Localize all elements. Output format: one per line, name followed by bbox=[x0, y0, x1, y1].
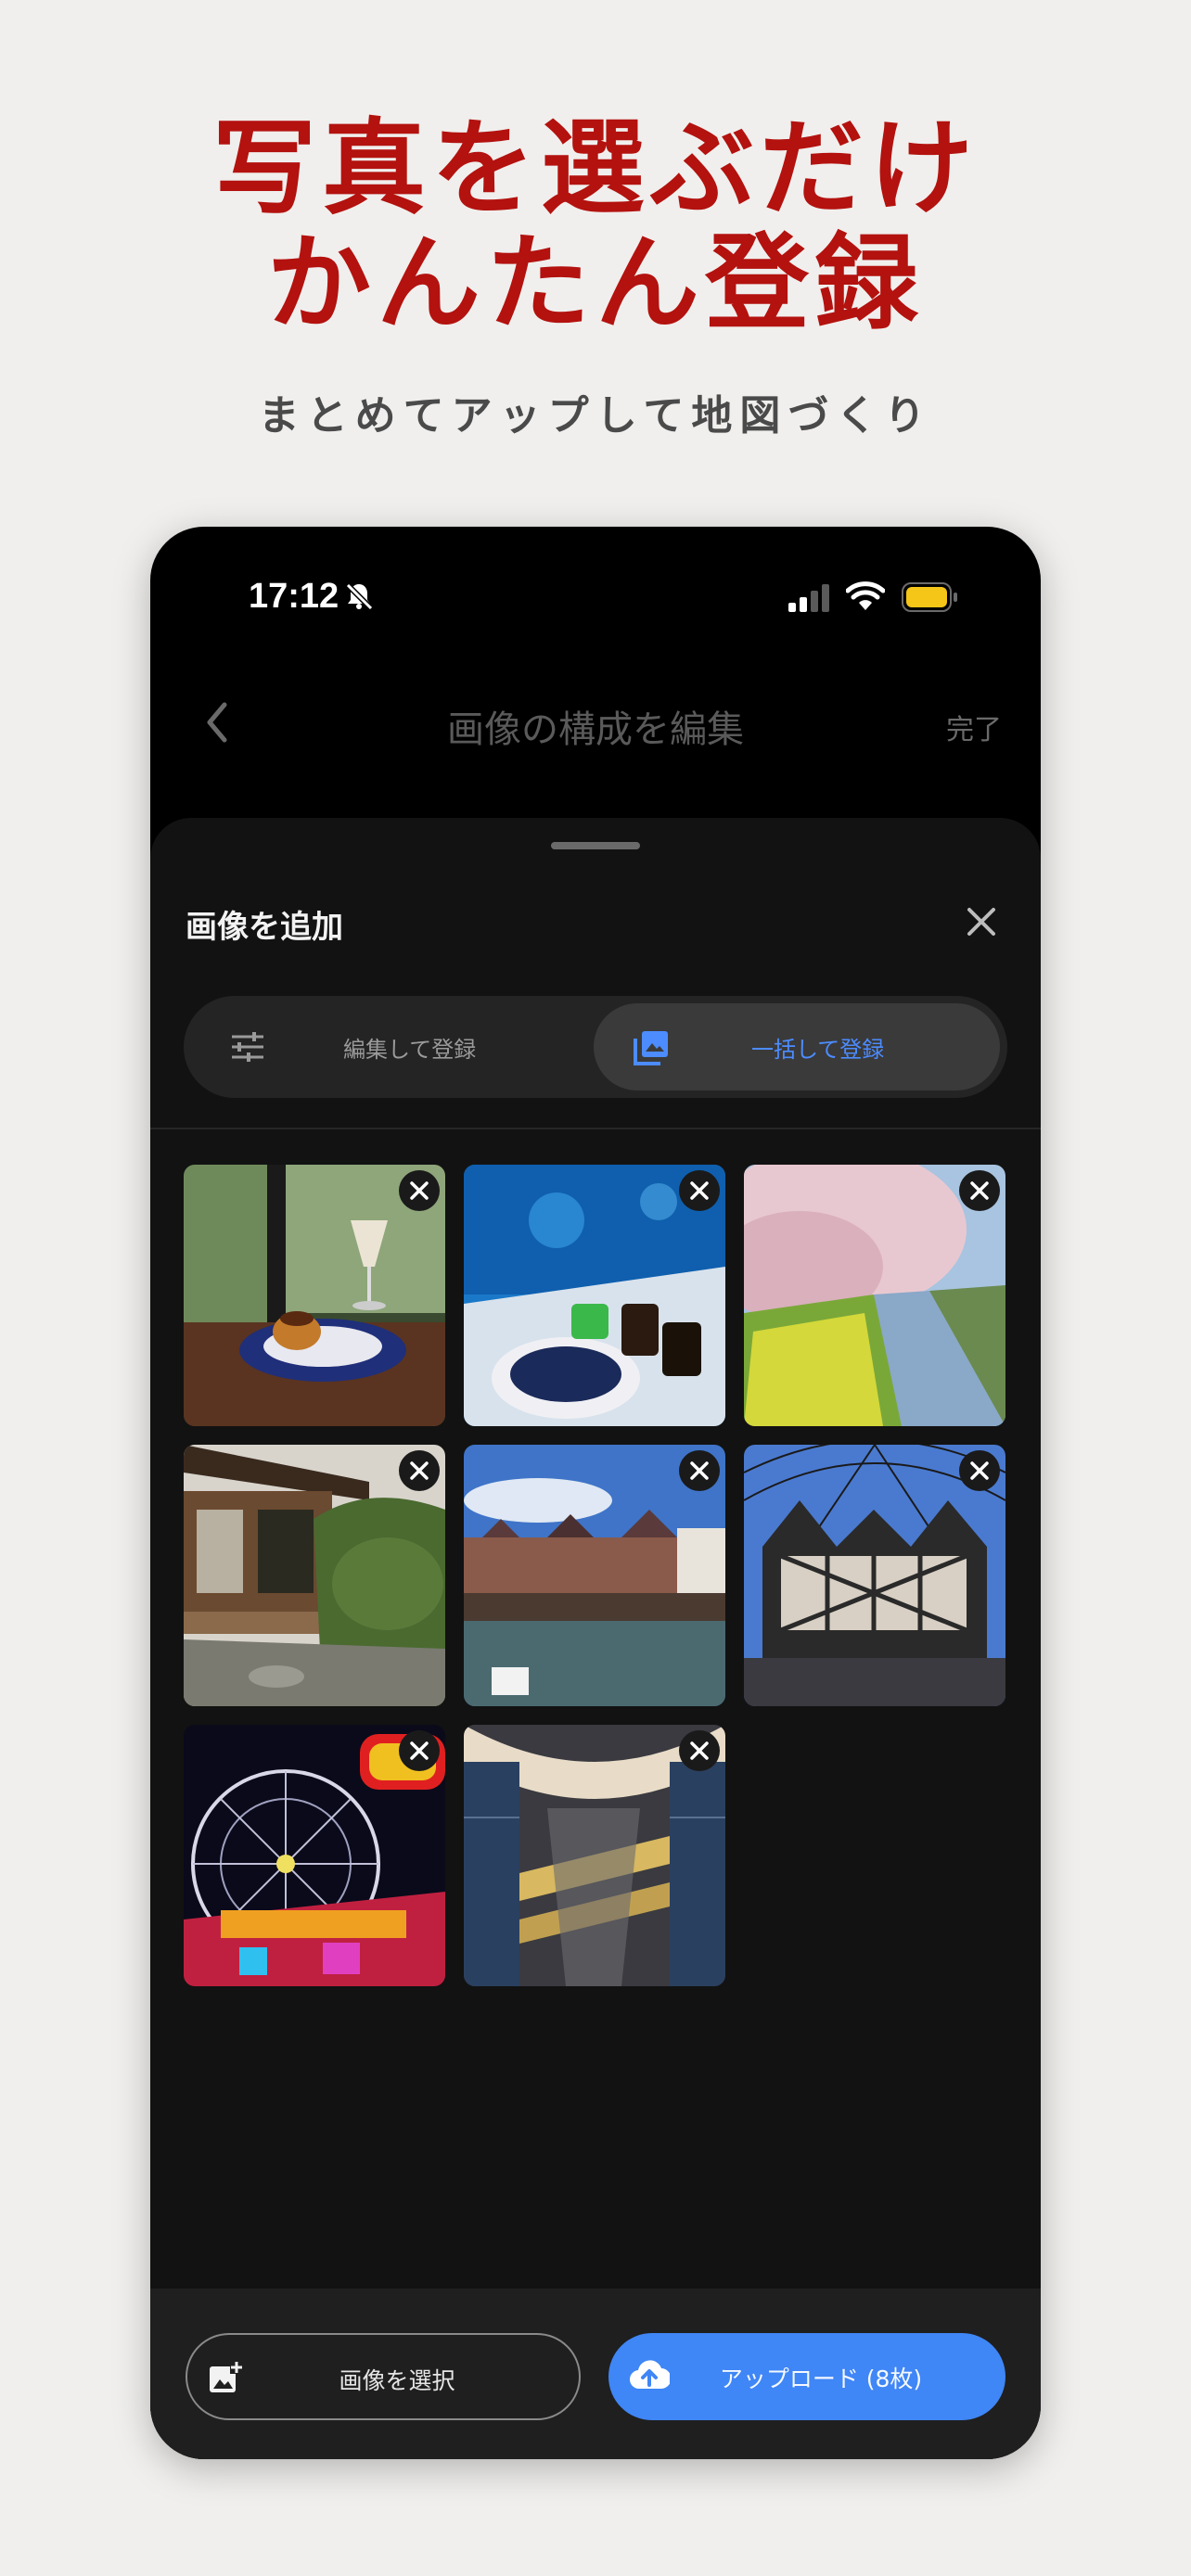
nav-bar: 画像の構成を編集 完了 bbox=[150, 675, 1041, 768]
status-bar: 17:12 bbox=[150, 527, 1041, 657]
phone-frame: 17:12 画像の構成を編集 完了 画像を追加 編集して登録 一括して登録 画像… bbox=[150, 527, 1041, 2459]
photo-tile[interactable] bbox=[464, 1725, 725, 1986]
remove-photo-button[interactable] bbox=[399, 1730, 440, 1771]
remove-photo-button[interactable] bbox=[679, 1450, 720, 1491]
cellular-signal-icon bbox=[788, 584, 833, 616]
close-icon bbox=[410, 1181, 429, 1200]
wifi-icon bbox=[845, 580, 886, 616]
photo-tile[interactable] bbox=[464, 1165, 725, 1426]
mode-segmented-control: 編集して登録 一括して登録 bbox=[184, 996, 1007, 1098]
remove-photo-button[interactable] bbox=[959, 1170, 1000, 1211]
select-images-button[interactable]: 画像を選択 bbox=[186, 2333, 581, 2420]
bottom-action-bar: 画像を選択 アップロード (8枚) bbox=[150, 2289, 1041, 2459]
close-icon bbox=[690, 1181, 709, 1200]
photo-tile[interactable] bbox=[464, 1445, 725, 1706]
section-divider bbox=[150, 1128, 1041, 1129]
promo-headline-line1: 写真を選ぶだけ bbox=[212, 108, 979, 229]
tab-edit-and-register[interactable]: 編集して登録 bbox=[191, 1003, 590, 1090]
photo-tile[interactable] bbox=[744, 1165, 1005, 1426]
tab-edit-and-register-label: 編集して登録 bbox=[343, 1037, 477, 1063]
remove-photo-button[interactable] bbox=[399, 1170, 440, 1211]
promo-headline: 写真を選ぶだけ かんたん登録 bbox=[0, 111, 1191, 341]
promo-headline-line2: かんたん登録 bbox=[267, 223, 924, 344]
photo-tile[interactable] bbox=[184, 1445, 445, 1706]
close-icon bbox=[970, 1461, 989, 1480]
close-icon bbox=[970, 1181, 989, 1200]
close-icon bbox=[410, 1741, 429, 1760]
select-images-label: 画像を選択 bbox=[339, 2367, 455, 2394]
tab-bulk-register-label: 一括して登録 bbox=[751, 1037, 885, 1063]
done-button[interactable]: 完了 bbox=[946, 707, 1002, 747]
sliders-icon bbox=[230, 1029, 265, 1068]
sheet-drag-handle[interactable] bbox=[551, 842, 640, 849]
add-images-sheet: 画像を追加 編集して登録 一括して登録 画像を選択 アップロード (8枚) bbox=[150, 818, 1041, 2459]
remove-photo-button[interactable] bbox=[679, 1170, 720, 1211]
status-time: 17:12 bbox=[249, 577, 339, 616]
tab-bulk-register[interactable]: 一括して登録 bbox=[594, 1003, 1000, 1090]
upload-button[interactable]: アップロード (8枚) bbox=[608, 2333, 1005, 2420]
upload-label: アップロード (8枚) bbox=[719, 2366, 923, 2392]
silent-bell-icon bbox=[343, 580, 375, 616]
close-icon bbox=[690, 1741, 709, 1760]
battery-icon bbox=[902, 582, 959, 616]
photo-tile[interactable] bbox=[184, 1725, 445, 1986]
close-icon[interactable] bbox=[963, 903, 1000, 944]
photo-tile[interactable] bbox=[184, 1165, 445, 1426]
close-icon bbox=[690, 1461, 709, 1480]
remove-photo-button[interactable] bbox=[959, 1450, 1000, 1491]
close-icon bbox=[410, 1461, 429, 1480]
sheet-title: 画像を追加 bbox=[186, 909, 343, 946]
photo-library-icon bbox=[633, 1029, 670, 1070]
photo-tile[interactable] bbox=[744, 1445, 1005, 1706]
remove-photo-button[interactable] bbox=[679, 1730, 720, 1771]
remove-photo-button[interactable] bbox=[399, 1450, 440, 1491]
page-title: 画像の構成を編集 bbox=[447, 708, 744, 751]
promo-subline: まとめてアップして地図づくり bbox=[258, 392, 933, 440]
